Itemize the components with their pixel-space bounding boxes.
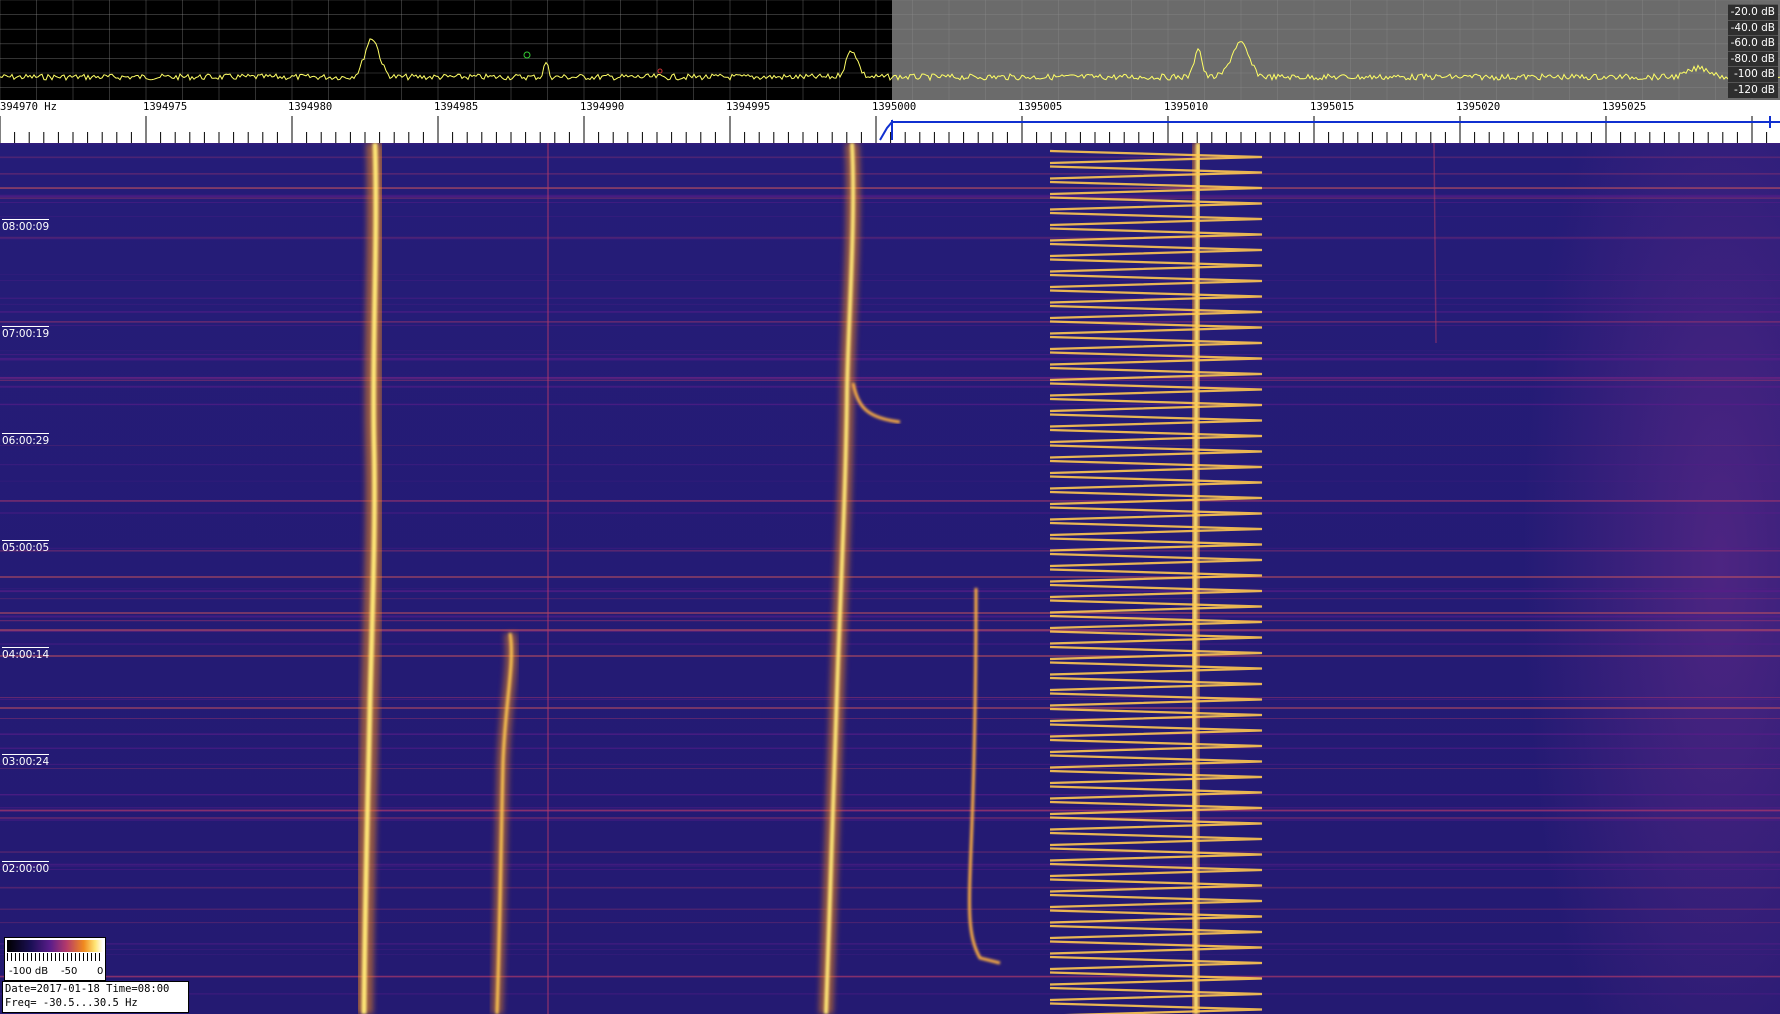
waterfall-display[interactable]: 08:00:09 07:00:19 06:00:29 05:00:05 04:0… [0,143,1780,1014]
db-label: -100 dB [1728,66,1778,82]
db-scale: -20.0 dB -40.0 dB -60.0 dB -80.0 dB -100… [1728,4,1778,98]
color-scale-bar [7,940,103,952]
waterfall-image [0,143,1780,1014]
legend-label-min: -100 dB [9,966,49,977]
db-label: -60.0 dB [1728,35,1778,51]
chirp-stroke [1049,289,1263,304]
freq-label: 1395025 [1602,101,1647,113]
chirp-stroke [1049,552,1263,568]
freq-label: 1394985 [434,101,479,113]
chirp-stroke [1049,428,1263,444]
time-label: 08:00:09 [2,219,50,233]
chirp-stroke [1049,754,1263,769]
chirp-stroke [1049,165,1263,180]
time-label: 07:00:19 [2,326,50,340]
chirp-stroke [1049,614,1263,630]
chirp-stroke [1049,242,1263,258]
spectrum-grid [0,0,1780,100]
chirp-stroke [1049,413,1263,428]
chirp-stroke [1049,909,1263,924]
freq-label: 1394975 [143,101,188,113]
chirp-stroke [1049,320,1263,335]
freq-label: 1395010 [1164,101,1209,113]
carrier-trace-1 [355,143,385,1014]
time-label: 05:00:05 [2,540,50,554]
legend-label-mid: -50 [61,966,78,977]
chirp-stroke [1049,847,1263,862]
marker-red-icon [657,68,663,74]
freq-label: 394970 Hz [0,101,57,113]
marker-green-icon [523,51,531,59]
status-date-time: Date=2017-01-18 Time=08:00 [5,983,170,995]
db-label: -80.0 dB [1728,50,1778,67]
color-scale-ticks [7,953,103,961]
frequency-axis[interactable]: 394970 Hz 1394975 1394980 1394985 139499… [0,100,1780,143]
time-label: 04:00:14 [2,647,50,661]
freq-label: 1395000 [872,101,917,113]
chirp-stroke [1049,335,1263,351]
legend-label-max: 0 [97,966,104,977]
chirp-stroke [1049,816,1263,831]
chirp-stroke [1049,738,1263,754]
chirp-stroke [1049,521,1263,537]
chirp-stroke [1049,568,1263,583]
time-label: 02:00:00 [2,861,50,875]
chirp-stroke [1049,382,1263,397]
chirp-stroke [1049,459,1263,475]
freq-label: 1394990 [580,101,625,113]
freq-label: 1394980 [288,101,333,113]
spectrum-graph [0,0,1780,100]
chirp-stroke [1049,831,1263,847]
chirp-stroke [1049,258,1263,273]
chirp-stroke [1049,785,1263,800]
freq-label: 1395015 [1310,101,1355,113]
chirp-stroke [1049,1002,1263,1014]
chirp-stroke [1049,645,1263,661]
status-box: Date=2017-01-18 Time=08:00 Freq= -30.5..… [2,981,189,1013]
chirp-stroke [1049,971,1263,986]
passband-marker [879,116,1780,141]
spectrum-panel[interactable]: -20.0 dB -40.0 dB -60.0 dB -80.0 dB -100… [0,0,1780,100]
chirp-stroke [1049,630,1263,645]
freq-label: 1395020 [1456,101,1501,113]
color-scale-legend: -100 dB -50 0 [4,937,106,981]
spectrum-trace [0,38,1780,82]
freq-label: 1395005 [1018,101,1063,113]
chirp-stroke [1049,490,1263,506]
chirp-stroke [1049,599,1263,614]
chirp-stroke [1049,769,1263,785]
freq-label: 1394995 [726,101,771,113]
chirp-stroke [1049,707,1263,723]
ruler-ticks [0,116,1768,143]
db-label: -40.0 dB [1728,19,1778,36]
chirp-stroke [1049,878,1263,893]
chirp-stroke [1049,211,1263,227]
db-label: -120 dB [1728,81,1778,98]
carrier-trace-3 [491,632,518,1014]
chirp-stroke [1049,196,1263,211]
chirp-stroke [1049,661,1263,676]
status-frequency: Freq= -30.5...30.5 Hz [5,997,138,1009]
chirp-stroke [1049,444,1263,459]
time-label: 06:00:29 [2,433,50,447]
chirp-stroke [1049,475,1263,490]
chirp-stroke [1049,955,1263,971]
carrier-trace-2 [819,143,901,1014]
chirp-stroke [1049,893,1263,909]
chirp-stroke [1049,676,1263,692]
db-label: -20.0 dB [1728,4,1778,20]
time-label: 03:00:24 [2,754,50,768]
noise-lines [0,143,1780,995]
chirp-stroke [1049,924,1263,940]
faint-line-2 [1433,143,1437,344]
